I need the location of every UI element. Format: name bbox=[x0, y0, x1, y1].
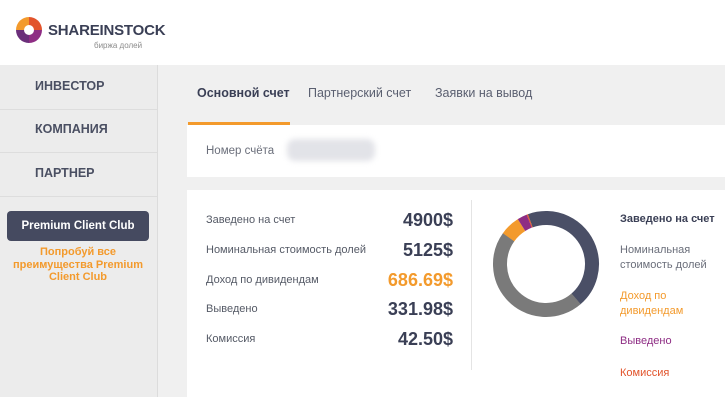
tab-partner-account[interactable]: Партнерский счет bbox=[308, 86, 411, 100]
sidebar-item-label: КОМПАНИЯ bbox=[35, 122, 108, 136]
balance-donut-chart bbox=[493, 211, 599, 317]
legend-deposited: Заведено на счет bbox=[620, 213, 715, 225]
sidebar-item-company[interactable]: КОМПАНИЯ bbox=[0, 108, 157, 153]
account-number-label: Номер счёта bbox=[206, 145, 275, 157]
legend-dividends: Доход по дивидендам bbox=[620, 290, 684, 317]
premium-promo-text[interactable]: Попробуй все преимущества Premium Client… bbox=[7, 246, 149, 284]
sidebar-item-partner[interactable]: ПАРТНЕР bbox=[0, 152, 157, 197]
stat-deposited-label: Заведено на счет bbox=[206, 214, 296, 226]
top-header: SHAREINSTOCK биржа долей bbox=[0, 0, 725, 65]
legend-commission: Комиссия bbox=[620, 367, 670, 379]
logo[interactable]: SHAREINSTOCK биржа долей bbox=[14, 14, 166, 54]
sidebar-item-label: ПАРТНЕР bbox=[35, 166, 95, 180]
stats-divider bbox=[471, 200, 472, 370]
account-number-card: Номер счёта bbox=[187, 125, 725, 177]
stat-nominal-value-value: 5125$ bbox=[402, 240, 453, 260]
stat-withdrawn-value: 331.98$ bbox=[387, 299, 453, 319]
account-number-value-redacted bbox=[287, 139, 375, 161]
tab-withdrawal-requests[interactable]: Заявки на вывод bbox=[435, 86, 532, 100]
logo-text: SHAREINSTOCK bbox=[48, 22, 166, 39]
logo-subtitle: биржа долей bbox=[94, 41, 143, 50]
stat-deposited-value: 4900$ bbox=[402, 210, 453, 230]
stat-withdrawn-label: Выведено bbox=[206, 303, 258, 315]
stat-dividend-label: Доход по дивидендам bbox=[206, 274, 319, 286]
balance-summary-card: Заведено на счет 4900$ Номинальная стоим… bbox=[187, 190, 725, 397]
sidebar-item-label: ИНВЕСТОР bbox=[35, 79, 105, 93]
premium-club-button[interactable]: Premium Client Club bbox=[7, 211, 149, 241]
sidebar-item-investor[interactable]: ИНВЕСТОР bbox=[0, 65, 157, 110]
stat-nominal-value-label: Номинальная стоимость долей bbox=[206, 244, 366, 256]
sidebar: ИНВЕСТОР КОМПАНИЯ ПАРТНЕР Premium Client… bbox=[0, 65, 158, 397]
stat-commission-label: Комиссия bbox=[206, 333, 256, 345]
legend-withdrawn: Выведено bbox=[620, 335, 672, 347]
stat-dividend-value: 686.69$ bbox=[387, 270, 453, 290]
stat-commission-value: 42.50$ bbox=[397, 329, 453, 349]
account-tabs: Основной счет Партнерский счет Заявки на… bbox=[158, 65, 725, 125]
tab-main-account[interactable]: Основной счет bbox=[197, 86, 290, 100]
logo-icon bbox=[16, 17, 42, 43]
legend-nominal-value: Номинальная стоимость долей bbox=[620, 244, 707, 271]
